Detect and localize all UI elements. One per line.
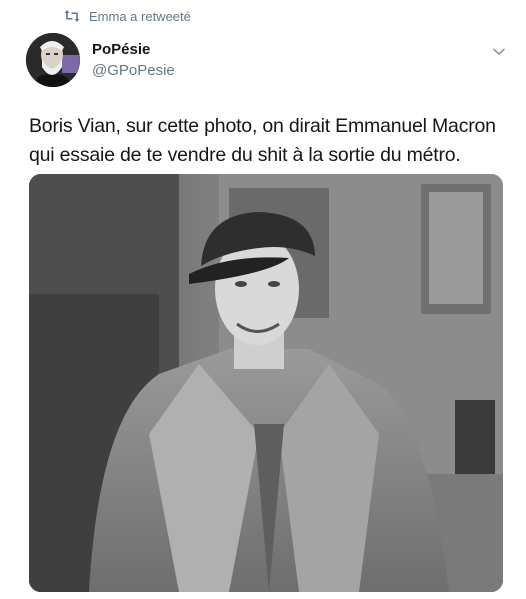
retweet-text: Emma a retweeté <box>89 8 191 24</box>
tweet-photo[interactable] <box>29 174 503 592</box>
tweet-text: Boris Vian, sur cette photo, on dirait E… <box>29 112 509 170</box>
handle[interactable]: @GPoPesie <box>92 61 175 80</box>
author-names[interactable]: PoPésie @GPoPesie <box>92 41 175 80</box>
tweet-text-line: qui essaie de te vendre du shit à la sor… <box>29 144 461 166</box>
retweet-icon <box>64 9 80 23</box>
display-name[interactable]: PoPésie <box>92 41 175 59</box>
tweet-header: PoPésie @GPoPesie <box>26 33 506 91</box>
retweet-context[interactable]: Emma a retweeté <box>64 7 191 25</box>
tweet-text-line: Boris Vian, sur cette photo, on dirait E… <box>29 115 496 137</box>
avatar[interactable] <box>26 33 80 87</box>
chevron-down-icon[interactable] <box>492 44 506 56</box>
